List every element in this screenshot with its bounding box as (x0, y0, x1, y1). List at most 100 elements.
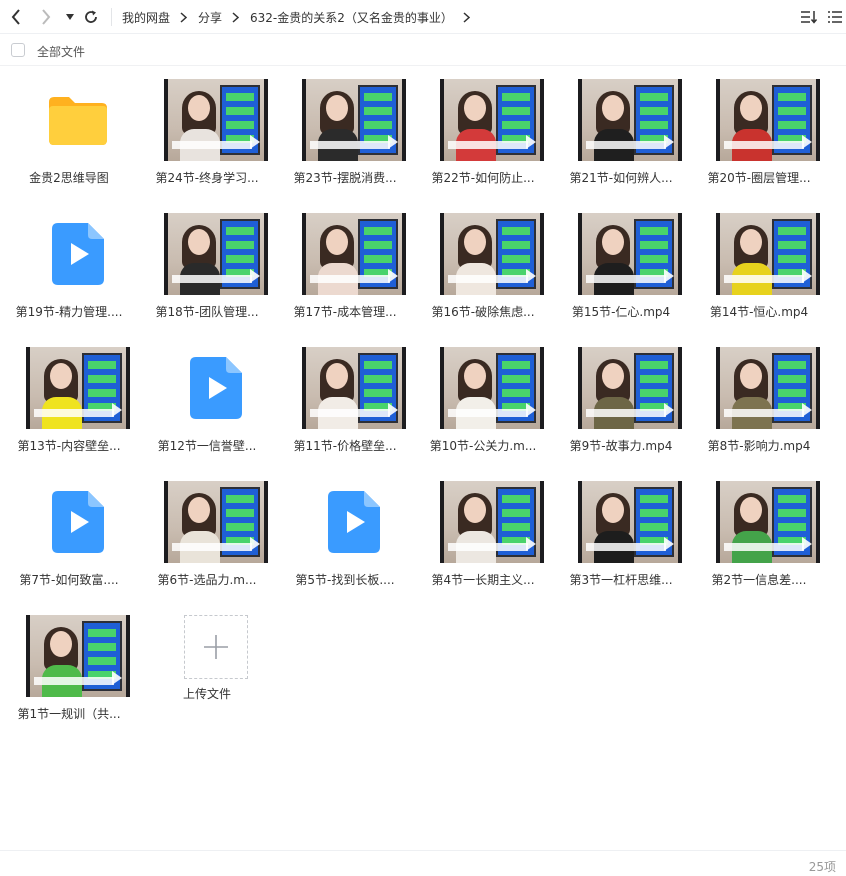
video-thumbnail (716, 213, 820, 295)
breadcrumb-share[interactable]: 分享 (198, 9, 222, 26)
video-item[interactable]: 第24节-终身学习... (138, 66, 276, 200)
file-name: 第21节-如何辨人... (569, 171, 673, 185)
file-name: 第16节-破除焦虑... (431, 305, 535, 319)
status-bar: 25项 (0, 850, 846, 876)
video-thumbnail (26, 615, 130, 697)
video-item[interactable]: 第4节一长期主义... (414, 468, 552, 602)
play-icon (526, 135, 536, 149)
chevron-right-icon (231, 0, 241, 34)
video-item[interactable]: 第8节-影响力.mp4 (690, 334, 828, 468)
play-icon (802, 537, 812, 551)
file-name: 第17节-成本管理... (293, 305, 397, 319)
folder-item[interactable]: 金贵2思维导图 (0, 66, 138, 200)
video-file-icon (26, 213, 130, 295)
play-icon (526, 269, 536, 283)
video-thumbnail (578, 347, 682, 429)
video-thumbnail (164, 481, 268, 563)
play-icon (664, 403, 674, 417)
refresh-button[interactable] (81, 7, 101, 27)
play-icon (250, 269, 260, 283)
video-item[interactable]: 第11节-价格壁垒... (276, 334, 414, 468)
file-name: 第3节一杠杆思维... (569, 573, 673, 587)
video-thumbnail (716, 79, 820, 161)
sort-button[interactable] (799, 8, 819, 26)
select-all-checkbox[interactable] (11, 43, 25, 57)
video-thumbnail (440, 79, 544, 161)
file-name: 第19节-精力管理.... (15, 305, 123, 319)
chevron-right-icon[interactable] (462, 0, 472, 34)
video-item[interactable]: 第9节-故事力.mp4 (552, 334, 690, 468)
file-name: 第18节-团队管理... (155, 305, 259, 319)
file-name: 第5节-找到长板.... (295, 573, 395, 587)
file-name: 第8节-影响力.mp4 (707, 439, 811, 453)
video-item[interactable]: 第14节-恒心.mp4 (690, 200, 828, 334)
file-name: 第15节-仁心.mp4 (571, 305, 671, 319)
add-icon (184, 615, 248, 679)
video-file-item[interactable]: 第7节-如何致富.... (0, 468, 138, 602)
video-file-icon (26, 481, 130, 563)
video-thumbnail (164, 213, 268, 295)
play-icon (250, 537, 260, 551)
breadcrumb: 我的网盘 分享 632-金贵的关系2（又名金贵的事业） (122, 0, 481, 34)
video-thumbnail (302, 79, 406, 161)
play-icon (388, 135, 398, 149)
play-icon (664, 269, 674, 283)
play-icon (112, 403, 122, 417)
video-item[interactable]: 第6节-选品力.m... (138, 468, 276, 602)
video-item[interactable]: 第18节-团队管理... (138, 200, 276, 334)
video-item[interactable]: 第2节一信息差.... (690, 468, 828, 602)
video-item[interactable]: 第22节-如何防止... (414, 66, 552, 200)
upload-file-button[interactable]: 上传文件 (138, 602, 276, 736)
caret-down-icon (66, 14, 74, 20)
video-file-item[interactable]: 第12节一信誉壁... (138, 334, 276, 468)
play-icon (526, 537, 536, 551)
chevron-left-icon (11, 9, 20, 25)
video-item[interactable]: 第23节-摆脱消费... (276, 66, 414, 200)
list-view-icon (828, 11, 842, 23)
upload-label: 上传文件 (182, 687, 231, 701)
video-item[interactable]: 第20节-圈层管理... (690, 66, 828, 200)
video-thumbnail (440, 213, 544, 295)
video-thumbnail (440, 481, 544, 563)
video-file-icon (164, 347, 268, 429)
play-icon (664, 537, 674, 551)
folder-icon (26, 79, 130, 161)
file-name: 第13节-内容壁垒... (17, 439, 121, 453)
play-icon (112, 671, 122, 685)
file-name: 第23节-摆脱消费... (293, 171, 397, 185)
play-icon (802, 269, 812, 283)
history-dropdown-button[interactable] (60, 7, 80, 27)
file-name: 第9节-故事力.mp4 (569, 439, 673, 453)
video-thumbnail (440, 347, 544, 429)
video-thumbnail (164, 79, 268, 161)
file-name: 第12节一信誉壁... (157, 439, 257, 453)
video-thumbnail (578, 213, 682, 295)
file-name: 第24节-终身学习... (155, 171, 259, 185)
file-name: 第4节一长期主义... (431, 573, 535, 587)
video-file-item[interactable]: 第5节-找到长板.... (276, 468, 414, 602)
play-icon (250, 135, 260, 149)
video-item[interactable]: 第13节-内容壁垒... (0, 334, 138, 468)
video-item[interactable]: 第16节-破除焦虑... (414, 200, 552, 334)
file-name: 第2节一信息差.... (711, 573, 807, 587)
video-item[interactable]: 第1节一规训（共... (0, 602, 138, 736)
video-item[interactable]: 第15节-仁心.mp4 (552, 200, 690, 334)
video-file-item[interactable]: 第19节-精力管理.... (0, 200, 138, 334)
video-thumbnail (302, 213, 406, 295)
video-item[interactable]: 第21节-如何辨人... (552, 66, 690, 200)
file-name: 第7节-如何致富.... (19, 573, 119, 587)
video-item[interactable]: 第17节-成本管理... (276, 200, 414, 334)
video-thumbnail (716, 347, 820, 429)
play-icon (802, 403, 812, 417)
select-all-label: 全部文件 (37, 45, 86, 59)
video-item[interactable]: 第10节-公关力.m... (414, 334, 552, 468)
video-file-icon (302, 481, 406, 563)
select-bar: 全部文件 (0, 35, 846, 66)
video-item[interactable]: 第3节一杠杆思维... (552, 468, 690, 602)
breadcrumb-my-drive[interactable]: 我的网盘 (122, 9, 170, 26)
video-thumbnail (578, 79, 682, 161)
breadcrumb-current-folder[interactable]: 632-金贵的关系2（又名金贵的事业） (250, 9, 453, 26)
back-button[interactable] (6, 7, 26, 27)
list-view-button[interactable] (826, 8, 846, 26)
forward-button[interactable] (36, 7, 56, 27)
